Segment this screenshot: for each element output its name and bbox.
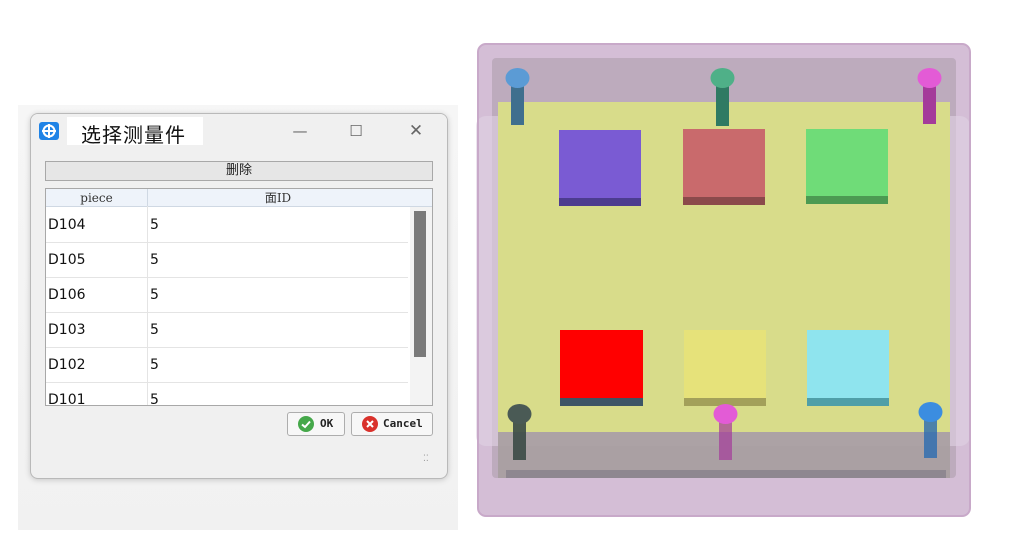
- measurement-table: piece 面ID D104 5 D105 5 D106 5 D103 5 D1…: [45, 188, 433, 406]
- ok-button[interactable]: OK: [287, 412, 345, 436]
- ok-label: OK: [320, 417, 334, 430]
- block-red[interactable]: [560, 330, 643, 406]
- cell-piece: D106: [48, 287, 86, 303]
- title-bar[interactable]: 选择测量件 — ☐ ✕: [31, 114, 447, 148]
- cell-face-id: 5: [150, 252, 159, 268]
- column-header-piece[interactable]: piece: [46, 189, 148, 206]
- plate-bottom: [506, 470, 946, 478]
- table-row[interactable]: D103 5: [46, 312, 408, 348]
- select-measurement-dialog: 选择测量件 — ☐ ✕ 删除 piece 面ID D104 5 D105 5 D…: [30, 113, 448, 479]
- 3d-viewport[interactable]: [470, 40, 980, 520]
- cell-piece: D105: [48, 252, 86, 268]
- block-green[interactable]: [806, 129, 888, 204]
- cell-piece: D102: [48, 357, 86, 373]
- cell-piece: D101: [48, 392, 86, 406]
- block-purple[interactable]: [559, 130, 641, 206]
- cell-face-id: 5: [150, 217, 159, 233]
- minimize-button[interactable]: —: [287, 120, 313, 142]
- cell-piece: D103: [48, 322, 86, 338]
- delete-button[interactable]: 删除: [45, 161, 433, 181]
- title-box: 选择测量件: [67, 117, 203, 147]
- block-rose[interactable]: [683, 129, 765, 205]
- table-header: piece 面ID: [46, 189, 432, 207]
- column-header-face-id[interactable]: 面ID: [148, 189, 408, 206]
- cell-face-id: 5: [150, 287, 159, 303]
- cell-face-id: 5: [150, 322, 159, 338]
- close-button[interactable]: ✕: [403, 120, 429, 142]
- cell-face-id: 5: [150, 392, 159, 406]
- table-row[interactable]: D106 5: [46, 277, 408, 313]
- check-icon: [298, 416, 314, 432]
- dialog-title: 选择测量件: [81, 123, 186, 147]
- cell-piece: D104: [48, 217, 86, 233]
- scrollbar-thumb[interactable]: [414, 211, 426, 357]
- maximize-icon: ☐: [349, 122, 363, 140]
- table-row[interactable]: D101 5: [46, 382, 408, 406]
- cancel-button[interactable]: Cancel: [351, 412, 433, 436]
- close-icon: ✕: [408, 121, 424, 141]
- table-row[interactable]: D102 5: [46, 347, 408, 383]
- block-yellow[interactable]: [684, 330, 766, 406]
- minimize-icon: —: [292, 122, 308, 140]
- resize-grip-icon[interactable]: ⁚⁚: [423, 454, 429, 464]
- maximize-button[interactable]: ☐: [343, 120, 369, 142]
- cell-face-id: 5: [150, 357, 159, 373]
- app-logo-icon: [39, 122, 59, 140]
- block-cyan[interactable]: [807, 330, 889, 406]
- table-row[interactable]: D105 5: [46, 242, 408, 278]
- x-circle-icon: [362, 416, 378, 432]
- cancel-label: Cancel: [383, 417, 423, 430]
- table-row[interactable]: D104 5: [46, 207, 408, 243]
